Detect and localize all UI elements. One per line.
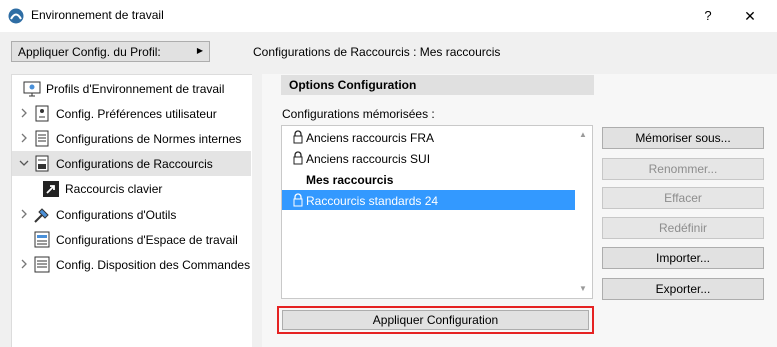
store-as-button[interactable]: Mémoriser sous... bbox=[602, 127, 764, 149]
list-scrollbar[interactable]: ▲ ▼ bbox=[575, 126, 592, 298]
list-item-label: Mes raccourcis bbox=[306, 173, 394, 187]
lock-icon bbox=[293, 193, 303, 207]
tree-item-preferences[interactable]: Config. Préférences utilisateur bbox=[12, 101, 251, 126]
profile-icon bbox=[23, 81, 41, 97]
stored-configs-caption: Configurations mémorisées : bbox=[282, 107, 435, 121]
tree-item-label: Configurations d'Outils bbox=[56, 208, 177, 222]
chevron-right-icon: ▶ bbox=[196, 46, 203, 55]
tools-icon bbox=[34, 208, 49, 223]
tree-item-workspace[interactable]: Configurations d'Espace de travail bbox=[12, 227, 251, 252]
window-title: Environnement de travail bbox=[31, 8, 164, 22]
tree-item-label: Raccourcis clavier bbox=[65, 182, 163, 196]
list-item[interactable]: Mes raccourcis bbox=[282, 169, 575, 189]
standards-icon bbox=[35, 130, 49, 147]
scroll-down-icon[interactable]: ▼ bbox=[579, 284, 587, 293]
stored-configs-list[interactable]: Anciens raccourcis FRA Anciens raccourci… bbox=[281, 125, 593, 299]
command-layout-icon bbox=[34, 256, 50, 273]
config-header: Configurations de Raccourcis : Mes racco… bbox=[253, 45, 501, 59]
apply-profile-dropdown[interactable]: Appliquer Config. du Profil: ▶ bbox=[11, 41, 210, 62]
list-item[interactable]: Anciens raccourcis FRA bbox=[282, 127, 575, 147]
preferences-icon bbox=[35, 105, 49, 122]
keyboard-shortcut-icon bbox=[43, 181, 59, 197]
help-button[interactable]: ? bbox=[696, 6, 720, 26]
list-item-label: Anciens raccourcis FRA bbox=[306, 131, 435, 145]
tree-item-standards[interactable]: Configurations de Normes internes bbox=[12, 126, 251, 151]
tree-item-label: Configurations de Normes internes bbox=[56, 132, 242, 146]
title-bar: Environnement de travail ? ✕ bbox=[0, 0, 777, 32]
delete-button[interactable]: Effacer bbox=[602, 187, 764, 209]
lock-icon bbox=[293, 151, 303, 165]
tree-item-command-layout[interactable]: Config. Disposition des Commandes bbox=[12, 252, 251, 277]
tree-item-label: Profils d'Environnement de travail bbox=[46, 82, 225, 96]
chevron-right-icon[interactable] bbox=[19, 257, 29, 271]
workspace-icon bbox=[34, 231, 50, 248]
apply-configuration-button[interactable]: Appliquer Configuration bbox=[282, 310, 589, 330]
apply-profile-label: Appliquer Config. du Profil: bbox=[18, 45, 161, 59]
tree-item-shortcuts[interactable]: Configurations de Raccourcis bbox=[12, 151, 251, 176]
tree-item-profiles[interactable]: Profils d'Environnement de travail bbox=[12, 76, 251, 101]
tree-item-label: Config. Préférences utilisateur bbox=[56, 107, 217, 121]
rename-button[interactable]: Renommer... bbox=[602, 158, 764, 180]
import-button[interactable]: Importer... bbox=[602, 247, 764, 269]
export-button[interactable]: Exporter... bbox=[602, 278, 764, 300]
app-icon bbox=[8, 8, 24, 24]
chevron-right-icon[interactable] bbox=[19, 207, 29, 221]
chevron-right-icon[interactable] bbox=[19, 131, 29, 145]
lock-icon bbox=[293, 130, 303, 144]
list-item-selected[interactable]: Raccourcis standards 24 bbox=[282, 190, 575, 210]
redefine-button[interactable]: Redéfinir bbox=[602, 217, 764, 239]
tree-item-label: Config. Disposition des Commandes bbox=[56, 258, 251, 272]
tree-item-tools[interactable]: Configurations d'Outils bbox=[12, 202, 251, 227]
close-button[interactable]: ✕ bbox=[738, 6, 762, 26]
chevron-down-icon[interactable] bbox=[19, 156, 29, 170]
settings-tree: Profils d'Environnement de travail Confi… bbox=[11, 74, 252, 347]
chevron-right-icon[interactable] bbox=[19, 106, 29, 120]
options-title: Options Configuration bbox=[289, 78, 417, 92]
list-item-label: Raccourcis standards 24 bbox=[306, 194, 439, 208]
options-section-header: Options Configuration bbox=[281, 75, 594, 95]
shortcuts-icon bbox=[35, 155, 49, 172]
scroll-up-icon[interactable]: ▲ bbox=[579, 130, 587, 139]
tree-item-keyboard-shortcuts[interactable]: Raccourcis clavier bbox=[12, 176, 251, 201]
list-item-label: Anciens raccourcis SUI bbox=[306, 152, 431, 166]
list-item[interactable]: Anciens raccourcis SUI bbox=[282, 148, 575, 168]
tree-item-label: Configurations d'Espace de travail bbox=[56, 233, 238, 247]
tree-item-label: Configurations de Raccourcis bbox=[56, 157, 213, 171]
